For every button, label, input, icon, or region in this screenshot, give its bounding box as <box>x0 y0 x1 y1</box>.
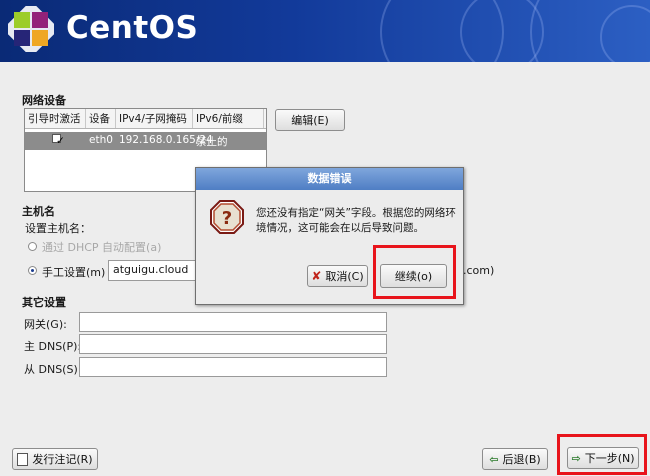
cancel-x-icon: ✘ <box>311 269 322 283</box>
gateway-input[interactable] <box>79 312 387 332</box>
edit-button[interactable]: 编辑(E) <box>275 109 345 131</box>
dialog-title: 数据错误 <box>196 168 463 190</box>
column-header[interactable]: IPv6/前缀 <box>193 109 264 128</box>
release-notes-button[interactable]: 发行注记(R) <box>12 448 98 470</box>
release-notes-label: 发行注记(R) <box>32 453 93 466</box>
arrow-left-icon: ⇦ <box>489 452 499 466</box>
device-cell: eth0 <box>89 134 113 146</box>
dns1-label: 主 DNS(P): <box>24 340 82 353</box>
dhcp-option-label: 通过 DHCP 自动配置(a) <box>42 241 162 254</box>
network-section-title: 网络设备 <box>22 94 66 107</box>
manual-option-label: 手工设置(m) <box>42 266 106 279</box>
column-header[interactable]: 引导时激活 <box>25 109 86 128</box>
hostname-section-title: 主机名 <box>22 205 55 218</box>
svg-text:?: ? <box>222 208 232 229</box>
active-cell: ✓ <box>25 132 86 150</box>
header-banner: CentOS <box>0 0 650 62</box>
cancel-button-label: 取消(C) <box>325 270 364 283</box>
back-button-label: 后退(B) <box>502 453 541 466</box>
table-row[interactable]: ✓ eth0 192.168.0.165/24 禁止的 <box>25 132 266 150</box>
dhcp-radio[interactable] <box>28 242 37 251</box>
highlight-box-continue <box>373 245 456 299</box>
dns2-input[interactable] <box>79 357 387 377</box>
logo-text: CentOS <box>66 10 199 46</box>
document-icon <box>17 452 29 466</box>
dialog-message: 您还没有指定“网关”字段。根据您的网络环境情况，这可能会在以后导致问题。 <box>256 207 456 234</box>
manual-radio[interactable] <box>28 266 37 275</box>
set-hostname-label: 设置主机名： <box>25 222 91 235</box>
column-header[interactable]: IPv4/子网掩码 <box>116 109 193 128</box>
column-header[interactable]: 设备 <box>86 109 116 128</box>
active-checkbox[interactable]: ✓ <box>52 134 65 146</box>
gateway-label: 网关(G): <box>24 318 67 331</box>
cancel-button[interactable]: ✘ 取消(C) <box>307 265 368 287</box>
ipv6-cell: 禁止的 <box>196 136 228 148</box>
table-header: 引导时激活 设备 IPv4/子网掩码 IPv6/前缀 <box>25 109 266 129</box>
highlight-box-next <box>557 434 647 475</box>
dns2-label: 从 DNS(S): <box>24 363 82 376</box>
edit-button-label: 编辑(E) <box>291 114 329 127</box>
hostname-input[interactable]: atguigu.cloud <box>108 260 196 281</box>
centos-logo-icon <box>8 6 54 52</box>
back-button[interactable]: ⇦ 后退(B) <box>482 448 548 470</box>
other-section-title: 其它设置 <box>22 296 66 309</box>
dns1-input[interactable] <box>79 334 387 354</box>
hostname-example-suffix: .com) <box>463 264 495 277</box>
ipv4-cell: 192.168.0.165/24 <box>119 134 213 146</box>
warning-question-icon: ? <box>210 200 244 234</box>
